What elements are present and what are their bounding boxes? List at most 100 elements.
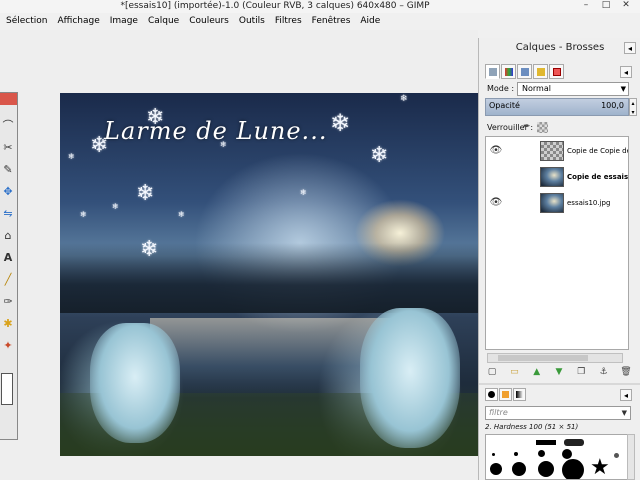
right-fairy-figure (360, 308, 460, 448)
snowflake-icon: ❄ (370, 143, 389, 168)
layer-row[interactable]: Copie de essais10.j (486, 165, 628, 191)
layer-row[interactable]: 👁 essais10.jpg (486, 191, 628, 217)
layers-tab-icon (489, 68, 497, 76)
opacity-stepper[interactable]: ▴ ▾ (629, 98, 637, 116)
new-layer-group-icon[interactable]: ▭ (507, 365, 521, 379)
tab-colors[interactable] (549, 64, 564, 79)
tab-patterns[interactable] (499, 388, 512, 401)
menu-image[interactable]: Image (105, 15, 143, 28)
brush-item[interactable] (492, 453, 495, 456)
visibility-eye-icon[interactable] (489, 172, 503, 182)
move-tool-icon[interactable]: ✥ (1, 185, 15, 199)
airbrush-tool-icon[interactable]: ✑ (1, 295, 15, 309)
star-brush-icon[interactable]: ★ (590, 457, 610, 479)
smudge-tool-icon[interactable]: ✦ (1, 339, 15, 353)
menu-selection[interactable]: Sélection (0, 15, 52, 28)
layer-name: essais10.jpg (567, 199, 611, 207)
brush-item[interactable] (564, 439, 584, 446)
gradient-tab-icon (516, 391, 523, 398)
heal-tool-icon[interactable]: ✱ (1, 317, 15, 331)
snowflake-icon: ❄ (80, 210, 87, 219)
menu-bar: Sélection Affichage Image Calque Couleur… (0, 14, 478, 28)
brushes-tabs (485, 388, 526, 402)
snowflake-icon: ❄ (136, 181, 155, 206)
tab-layers[interactable] (485, 64, 500, 79)
layer-name: Copie de essais10.j (567, 173, 629, 181)
layer-thumbnail (540, 193, 564, 213)
layer-name: Copie de Copie de e (567, 147, 628, 155)
layers-scrollbar[interactable] (487, 353, 623, 363)
maximize-button[interactable]: □ (598, 0, 614, 12)
duplicate-layer-icon[interactable]: ❐ (574, 365, 588, 379)
opacity-value: 100,0 (601, 101, 624, 110)
lock-alpha-icon[interactable] (537, 122, 548, 133)
snowflake-icon: ❄ (330, 109, 351, 137)
brush-item[interactable] (614, 453, 619, 458)
menu-outils[interactable]: Outils (234, 15, 270, 28)
scrollbar-thumb[interactable] (498, 355, 588, 361)
delete-layer-icon[interactable]: 🗑 (619, 365, 633, 379)
paintbrush-tool-icon[interactable]: ╱ (1, 273, 15, 287)
window-title: *[essais10] (importée)-1.0 (Couleur RVB,… (120, 1, 430, 11)
gimp-window: *[essais10] (importée)-1.0 (Couleur RVB,… (0, 0, 640, 480)
color-picker-tool-icon[interactable]: ✎ (1, 163, 15, 177)
lock-pixels-icon[interactable]: ✒ (523, 122, 533, 132)
menu-filtres[interactable]: Filtres (270, 15, 307, 28)
new-layer-icon[interactable]: ▢ (485, 365, 499, 379)
snowflake-icon: ❄ (112, 202, 119, 211)
menu-fenetres[interactable]: Fenêtres (307, 15, 356, 28)
brush-filter-input[interactable]: filtre ▼ (485, 406, 631, 420)
brushes-tab-menu-icon[interactable]: ◂ (620, 389, 632, 401)
minimize-button[interactable]: – (578, 0, 594, 12)
cage-tool-icon[interactable]: ⌂ (1, 229, 15, 243)
visibility-eye-icon[interactable]: 👁 (489, 198, 503, 208)
menu-calque[interactable]: Calque (143, 15, 184, 28)
image-canvas[interactable]: ❄ ❄ ❄ ❄ ❄ ❄ ❄ ❄ ❄ ❄ ❄ ❄ ❄ Larme de Lune.… (60, 93, 478, 456)
brush-item[interactable] (562, 449, 572, 459)
toolbox-close-icon[interactable] (0, 93, 17, 105)
color-swatch[interactable] (1, 373, 13, 405)
tab-undo[interactable] (533, 64, 548, 79)
close-button[interactable]: ✕ (618, 0, 634, 12)
opacity-slider[interactable]: Opacité 100,0 (485, 98, 629, 116)
title-bar: *[essais10] (importée)-1.0 (Couleur RVB,… (0, 0, 640, 13)
brush-item[interactable] (514, 452, 518, 456)
dock-title: Calques - Brosses (515, 42, 605, 53)
tab-menu-icon[interactable]: ◂ (620, 66, 632, 78)
colors-tab-icon (553, 68, 561, 76)
tab-channels[interactable] (501, 64, 516, 79)
menu-aide[interactable]: Aide (355, 15, 385, 28)
dock-menu-icon[interactable]: ◂ (624, 42, 636, 54)
tab-gradients[interactable] (513, 388, 526, 401)
layers-brushes-dock: Calques - Brosses ◂ ◂ Mode : Normal ▼ Op… (478, 38, 640, 480)
lower-layer-icon[interactable]: ▼ (552, 365, 566, 379)
brush-item[interactable] (536, 440, 556, 445)
scissors-tool-icon[interactable]: ✂ (1, 141, 15, 155)
brush-scrollbar[interactable] (627, 434, 635, 480)
brush-item[interactable] (490, 463, 502, 475)
brush-item[interactable] (538, 450, 545, 457)
channels-tab-icon (505, 68, 513, 76)
raise-layer-icon[interactable]: ▲ (530, 365, 544, 379)
brush-grid: ★ (485, 434, 631, 480)
flip-tool-icon[interactable]: ⇋ (1, 207, 15, 221)
lasso-tool-icon[interactable]: ⌒ (1, 119, 15, 133)
anchor-layer-icon[interactable]: ⚓ (597, 365, 611, 379)
brush-item[interactable] (512, 462, 526, 476)
brush-item-selected[interactable] (562, 459, 584, 479)
left-fairy-figure (90, 323, 180, 443)
text-tool-icon[interactable]: A (1, 251, 15, 265)
tab-paths[interactable] (517, 64, 532, 79)
brush-item[interactable] (538, 461, 554, 477)
mode-select[interactable]: Normal ▼ (517, 82, 629, 96)
snowflake-icon: ❄ (140, 237, 159, 262)
tab-brushes[interactable] (485, 388, 498, 401)
layer-thumbnail (540, 167, 564, 187)
menu-affichage[interactable]: Affichage (52, 15, 104, 28)
visibility-eye-icon[interactable]: 👁 (489, 146, 503, 156)
layer-row[interactable]: 👁 Copie de Copie de e (486, 139, 628, 165)
menu-couleurs[interactable]: Couleurs (184, 15, 234, 28)
snowflake-icon: ❄ (400, 94, 408, 104)
paths-tab-icon (521, 68, 529, 76)
mode-value: Normal (522, 84, 551, 93)
